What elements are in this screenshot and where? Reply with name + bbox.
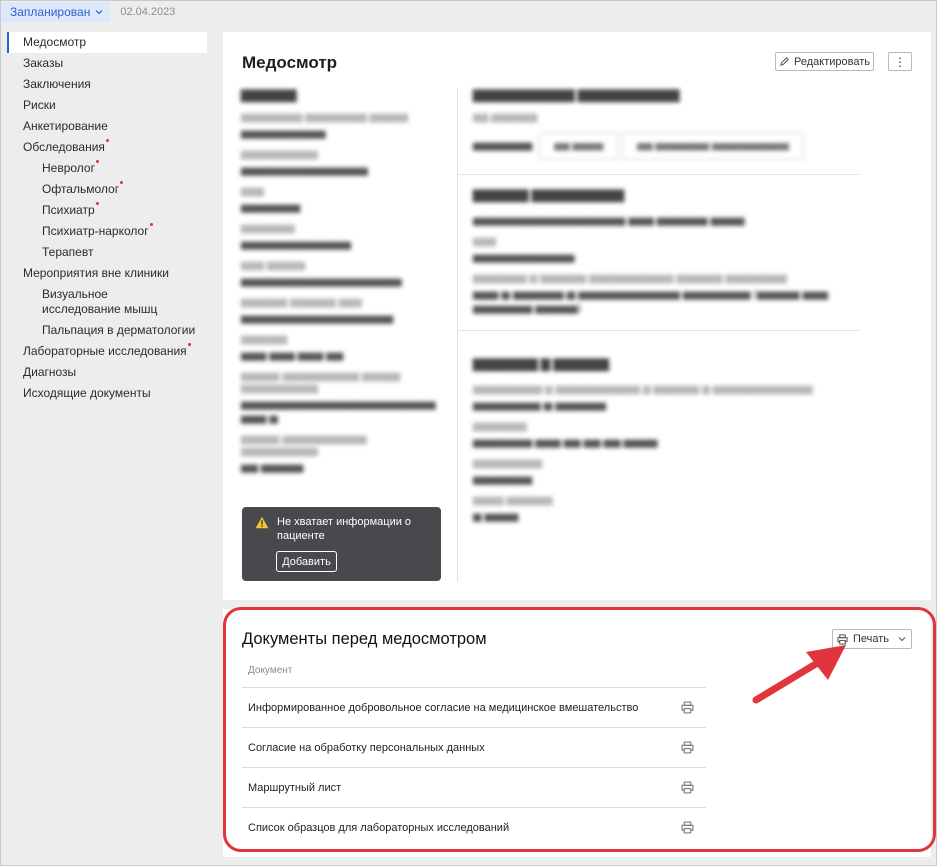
document-name: Список образцов для лабораторных исследо… (248, 821, 510, 834)
sidebar-item-diagnoses[interactable]: Диагнозы (7, 362, 207, 383)
edit-button[interactable]: Редактировать (775, 52, 874, 71)
more-menu-button[interactable]: ⋮ (888, 52, 912, 71)
sidebar-item-orders[interactable]: Заказы (7, 53, 207, 74)
sidebar-item-label: Психиатр (42, 202, 99, 217)
sidebar-item-lab-tests[interactable]: Лабораторные исследования (7, 341, 207, 362)
column-header-document: Документ (248, 665, 293, 676)
sidebar-item-label: Диагнозы (23, 365, 77, 379)
sidebar-item-label: Мероприятия вне клиники (23, 266, 169, 280)
sidebar-item-psychiatrist[interactable]: Психиатр (7, 200, 207, 221)
document-row[interactable]: Информированное добровольное согласие на… (242, 687, 706, 727)
sidebar-item-outside-events[interactable]: Мероприятия вне клиники (7, 263, 207, 284)
document-row[interactable]: Маршрутный лист (242, 767, 706, 807)
sidebar-item-palpation[interactable]: Пальпация в дерматологии (7, 320, 207, 341)
edit-button-label: Редактировать (794, 55, 870, 68)
add-info-button[interactable]: Добавить (276, 551, 337, 572)
sidebar-item-label: Медосмотр (23, 35, 87, 49)
pre-exam-documents-card: Документы перед медосмотром Печать Докум… (223, 609, 931, 857)
program-info-redacted: ▇▇▇▇▇▇▇▇▇▇▇ ▇▇▇▇▇▇▇▇▇▇▇ ▆▆ ▆▆▆▆▆▆ ▅▅▅▅▅▅… (473, 88, 828, 522)
status-date: 02.04.2023 (120, 6, 176, 18)
sidebar-item-label: Терапевт (42, 245, 94, 259)
status-dropdown[interactable]: Запланирован (1, 2, 111, 22)
sidebar-item-neurologist[interactable]: Невролог (7, 158, 207, 179)
chevron-down-icon (95, 10, 103, 15)
pencil-icon (780, 57, 789, 66)
section-divider (457, 330, 859, 331)
document-name: Согласие на обработку персональных данны… (248, 741, 485, 754)
sidebar-item-questionnaire[interactable]: Анкетирование (7, 116, 207, 137)
sidebar-item-outgoing-docs[interactable]: Исходящие документы (7, 383, 207, 404)
sidebar-item-muscle-exam[interactable]: Визуальное исследование мышц (7, 284, 207, 320)
patient-info-redacted: ▇▇▇▇▇▇ ▆▆▆▆▆▆▆▆ ▆▆▆▆▆▆▆▆ ▆▆▆▆▆ ▅▅▅▅▅▅▅▅▅▅… (241, 88, 436, 473)
sidebar-item-medosmotr[interactable]: Медосмотр (7, 32, 207, 53)
printer-icon[interactable] (681, 821, 694, 834)
sidebar-item-examinations[interactable]: Обследования (7, 137, 207, 158)
sidebar-item-conclusions[interactable]: Заключения (7, 74, 207, 95)
top-bar: Запланирован 02.04.2023 (1, 1, 175, 23)
sidebar-item-psychiatrist-narcologist[interactable]: Психиатр-нарколог (7, 221, 207, 242)
chevron-down-icon (898, 637, 906, 642)
printer-icon (837, 633, 848, 645)
printer-icon[interactable] (681, 741, 694, 754)
sidebar-item-label: Обследования (23, 139, 109, 154)
sidebar-item-label: Риски (23, 98, 56, 112)
sidebar-item-label: Заказы (23, 56, 64, 70)
documents-title: Документы перед медосмотром (242, 630, 487, 648)
documents-list: Информированное добровольное согласие на… (242, 687, 706, 847)
missing-info-alert: Не хватает информации о пациенте Добавит… (242, 507, 441, 581)
sidebar-item-risks[interactable]: Риски (7, 95, 207, 116)
document-row[interactable]: Список образцов для лабораторных исследо… (242, 807, 706, 847)
sidebar-item-label: Исходящие документы (23, 386, 151, 400)
sidebar: Медосмотр Заказы Заключения Риски Анкети… (7, 32, 207, 404)
document-name: Маршрутный лист (248, 781, 342, 794)
sidebar-item-label: Визуальное исследование мышц (42, 287, 158, 316)
sidebar-item-label: Пальпация в дерматологии (42, 323, 196, 337)
more-icon: ⋮ (894, 54, 906, 69)
document-name: Информированное добровольное согласие на… (248, 701, 639, 714)
printer-icon[interactable] (681, 701, 694, 714)
sidebar-item-label: Офтальмолог (42, 181, 124, 196)
sidebar-item-label: Анкетирование (23, 119, 108, 133)
column-divider (457, 88, 458, 582)
document-row[interactable]: Согласие на обработку персональных данны… (242, 727, 706, 767)
sidebar-item-label: Лабораторные исследования (23, 343, 191, 358)
sidebar-item-ophthalmologist[interactable]: Офтальмолог (7, 179, 207, 200)
sidebar-item-label: Психиатр-нарколог (42, 223, 153, 238)
status-label: Запланирован (10, 5, 91, 19)
sidebar-item-label: Заключения (23, 77, 91, 91)
printer-icon[interactable] (681, 781, 694, 794)
sidebar-item-label: Невролог (42, 160, 99, 175)
page-title: Медосмотр (242, 53, 338, 72)
print-label: Печать (852, 633, 890, 645)
medosmotr-card: Медосмотр Редактировать ⋮ ▇▇▇▇▇▇ ▆▆▆▆▆▆▆… (223, 32, 931, 600)
alert-text: Не хватает информации о пациенте (277, 516, 412, 542)
sidebar-item-therapist[interactable]: Терапевт (7, 242, 207, 263)
print-dropdown-button[interactable]: Печать (832, 629, 912, 649)
section-divider (457, 174, 859, 175)
warning-icon (255, 516, 269, 529)
